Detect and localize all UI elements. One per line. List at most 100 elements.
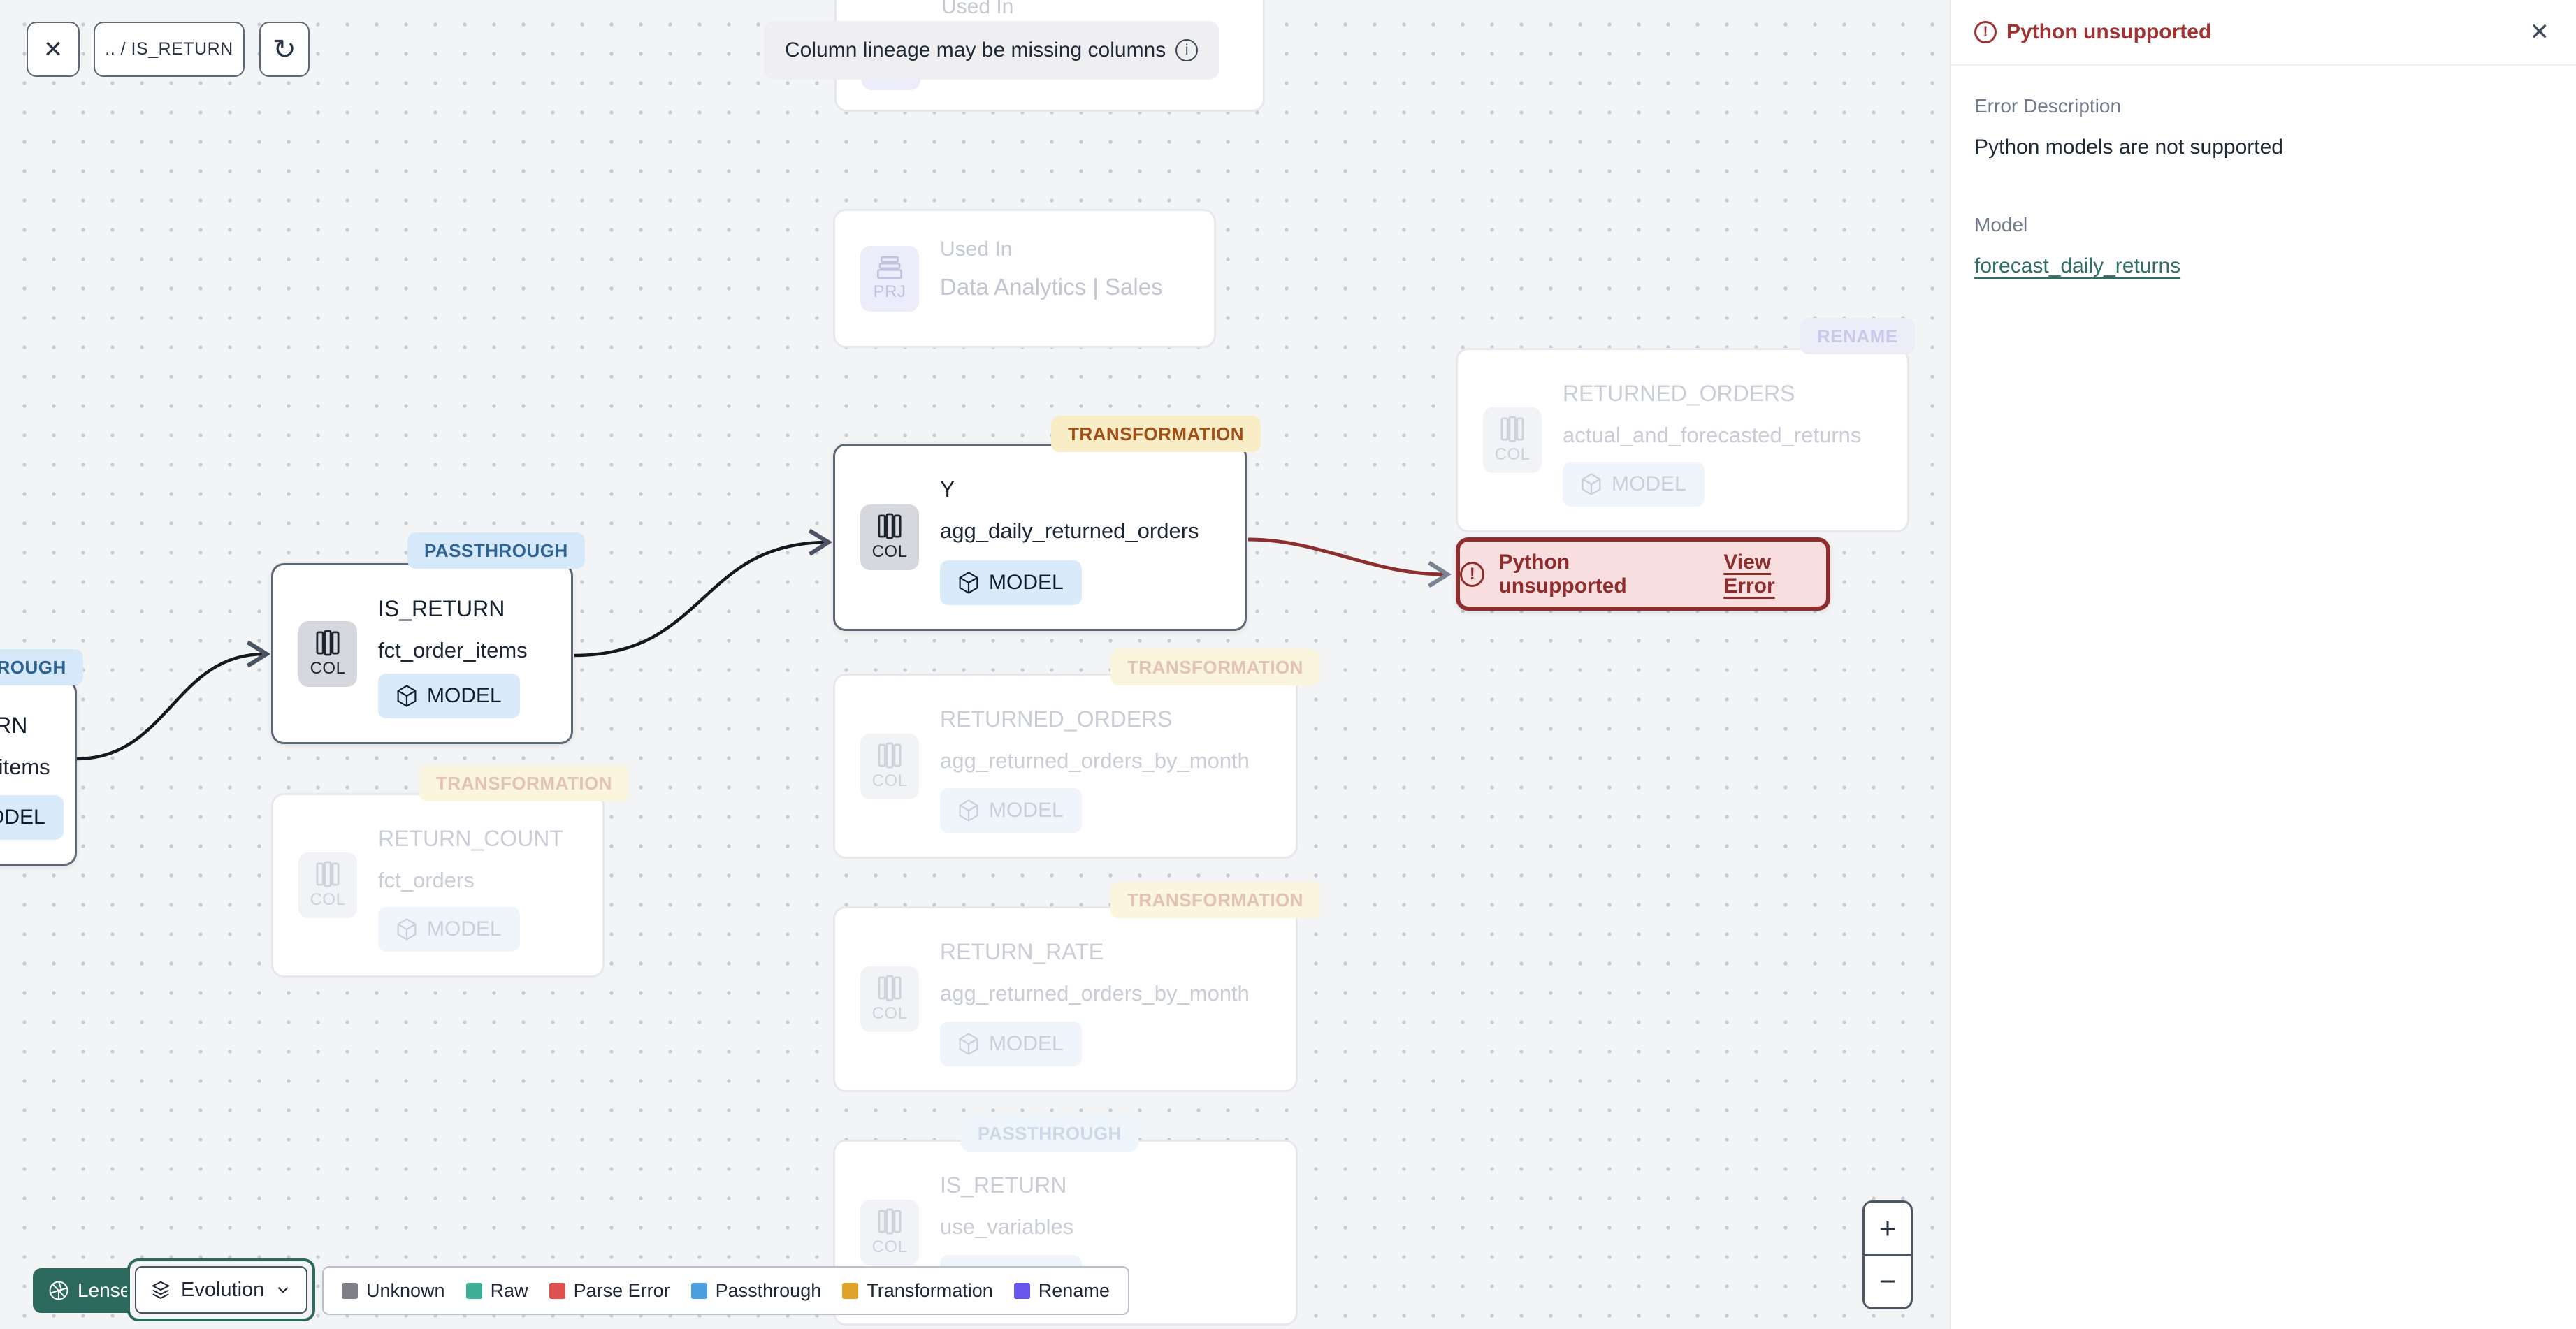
model-badge: MODEL bbox=[378, 674, 520, 718]
legend-swatch bbox=[549, 1282, 565, 1299]
chevron-down-icon bbox=[278, 1286, 289, 1293]
error-node-python-unsupported[interactable]: ! Python unsupported View Error bbox=[1456, 537, 1830, 611]
zoom-in-button[interactable]: + bbox=[1865, 1203, 1911, 1256]
col-badge: COL bbox=[860, 1200, 919, 1265]
legend-swatch bbox=[842, 1282, 859, 1299]
model-cube-icon bbox=[959, 799, 978, 822]
transformation-badge: TRANSFORMATION bbox=[1051, 416, 1261, 452]
evolution-dropdown-ring: Evolution bbox=[127, 1258, 316, 1321]
legend-swatch bbox=[465, 1282, 482, 1299]
model-label: Model bbox=[1974, 214, 2028, 235]
node-return-count[interactable]: COL RETURN_COUNT fct_orders MODEL bbox=[271, 793, 605, 978]
edge-left-to-isreturn bbox=[76, 640, 271, 761]
node-y[interactable]: COL Y agg_daily_returned_orders MODEL bbox=[833, 444, 1247, 631]
transformation-badge: TRANSFORMATION bbox=[419, 765, 630, 801]
warning-icon: ! bbox=[1974, 21, 1997, 43]
view-error-link[interactable]: View Error bbox=[1723, 551, 1826, 598]
close-icon: ✕ bbox=[43, 36, 64, 63]
transformation-badge: TRANSFORMATION bbox=[1110, 882, 1321, 918]
node-title: RETURNED_ORDERS bbox=[1563, 381, 1795, 406]
legend-item-unknown: Unknown bbox=[342, 1280, 445, 1302]
panel-body: Error Description Python models are not … bbox=[1951, 66, 2576, 307]
panel-title: Python unsupported bbox=[2006, 20, 2212, 43]
error-detail-panel: ! Python unsupported ✕ Error Description… bbox=[1950, 0, 2576, 1329]
node-return-rate[interactable]: COL RETURN_RATE agg_returned_orders_by_m… bbox=[833, 906, 1298, 1092]
node-subtitle: use_variables bbox=[940, 1214, 1074, 1239]
error-description-text: Python models are not supported bbox=[1974, 136, 2283, 159]
edge-y-to-error bbox=[1247, 537, 1452, 588]
node-subtitle: fct_order_items bbox=[0, 755, 50, 779]
column-icon bbox=[316, 630, 340, 655]
node-returned-orders-renamed[interactable]: COL RETURNED_ORDERS actual_and_forecaste… bbox=[1456, 348, 1909, 532]
node-title: RETURN_COUNT bbox=[378, 826, 563, 851]
legend-item-rename: Rename bbox=[1013, 1280, 1110, 1302]
model-cube-icon bbox=[1582, 473, 1601, 495]
node-title: IS_RETURN bbox=[378, 596, 505, 621]
column-icon bbox=[878, 975, 902, 1001]
evolution-dropdown[interactable]: Evolution bbox=[135, 1266, 308, 1314]
legend-item-passthrough: Passthrough bbox=[690, 1280, 821, 1302]
close-lineage-button[interactable]: ✕ bbox=[27, 22, 80, 77]
node-used-in-sales[interactable]: PRJ Used In Data Analytics | Sales bbox=[833, 209, 1216, 348]
error-node-label: Python unsupported bbox=[1498, 550, 1627, 597]
zoom-controls: + − bbox=[1862, 1200, 1913, 1309]
node-title: RETURNED_ORDERS bbox=[940, 706, 1173, 732]
model-cube-icon bbox=[959, 1033, 978, 1055]
node-subtitle: agg_returned_orders_by_month bbox=[940, 748, 1250, 773]
col-badge: COL bbox=[860, 504, 919, 570]
col-badge: COL bbox=[860, 733, 919, 799]
warning-icon: ! bbox=[1460, 561, 1485, 587]
model-badge: MODEL bbox=[0, 795, 64, 840]
node-label: Used In bbox=[940, 238, 1013, 261]
column-icon bbox=[878, 513, 902, 539]
node-name: Data Analytics | Sales bbox=[940, 274, 1163, 300]
error-description-label: Error Description bbox=[1974, 95, 2122, 117]
lens-legend: Unknown Raw Parse Error Passthrough Tran… bbox=[322, 1266, 1129, 1315]
node-is-return[interactable]: COL IS_RETURN fct_order_items MODEL bbox=[271, 563, 573, 744]
model-cube-icon bbox=[959, 572, 978, 594]
column-icon bbox=[878, 1208, 902, 1235]
model-badge: MODEL bbox=[940, 1022, 1082, 1066]
node-subtitle: actual_and_forecasted_returns bbox=[1563, 423, 1862, 447]
info-icon[interactable]: i bbox=[1175, 39, 1199, 61]
legend-swatch bbox=[342, 1282, 358, 1299]
project-icon bbox=[877, 256, 902, 279]
notice-text: Column lineage may be missing columns bbox=[785, 38, 1166, 61]
legend-item-transformation: Transformation bbox=[842, 1280, 993, 1302]
legend-swatch bbox=[690, 1282, 707, 1299]
node-is-return-left[interactable]: IS_RETURN fct_order_items MODEL bbox=[0, 680, 77, 866]
panel-header: ! Python unsupported ✕ bbox=[1951, 0, 2576, 66]
node-title: RETURN_RATE bbox=[940, 939, 1104, 964]
zoom-out-button[interactable]: − bbox=[1865, 1256, 1911, 1308]
col-badge: COL bbox=[860, 966, 919, 1032]
node-returned-orders[interactable]: COL RETURNED_ORDERS agg_returned_orders_… bbox=[833, 674, 1298, 859]
edge-isreturn-to-y bbox=[574, 528, 833, 658]
passthrough-badge: PASSTHROUGH bbox=[407, 532, 585, 569]
node-label: Used In bbox=[941, 0, 1014, 18]
node-title: IS_RETURN bbox=[0, 713, 28, 738]
model-cube-icon bbox=[397, 685, 417, 707]
layers-icon bbox=[151, 1281, 171, 1299]
lineage-canvas[interactable]: ✕ .. / IS_RETURN ↻ Column lineage may be… bbox=[0, 0, 1950, 1329]
passthrough-badge: PASSTHROUGH bbox=[961, 1115, 1138, 1152]
node-subtitle: agg_daily_returned_orders bbox=[940, 518, 1199, 543]
column-icon bbox=[316, 861, 340, 887]
transformation-badge: TRANSFORMATION bbox=[1110, 649, 1321, 685]
model-badge: MODEL bbox=[1563, 462, 1705, 507]
legend-item-parse-error: Parse Error bbox=[549, 1280, 670, 1302]
model-badge: MODEL bbox=[378, 907, 520, 952]
breadcrumb[interactable]: .. / IS_RETURN bbox=[94, 22, 245, 77]
prj-badge: PRJ bbox=[860, 245, 919, 312]
refresh-button[interactable]: ↻ bbox=[259, 22, 310, 77]
panel-close-icon[interactable]: ✕ bbox=[2530, 18, 2550, 46]
column-icon bbox=[1500, 416, 1524, 442]
model-badge: MODEL bbox=[940, 560, 1082, 605]
legend-item-raw: Raw bbox=[465, 1280, 528, 1302]
model-badge: MODEL bbox=[940, 788, 1082, 833]
refresh-icon: ↻ bbox=[273, 34, 296, 65]
col-badge: COL bbox=[298, 852, 357, 918]
legend-swatch bbox=[1013, 1282, 1030, 1299]
model-link[interactable]: forecast_daily_returns bbox=[1974, 254, 2180, 278]
rename-badge: RENAME bbox=[1800, 318, 1915, 354]
passthrough-badge: PASSTHROUGH bbox=[0, 649, 83, 685]
